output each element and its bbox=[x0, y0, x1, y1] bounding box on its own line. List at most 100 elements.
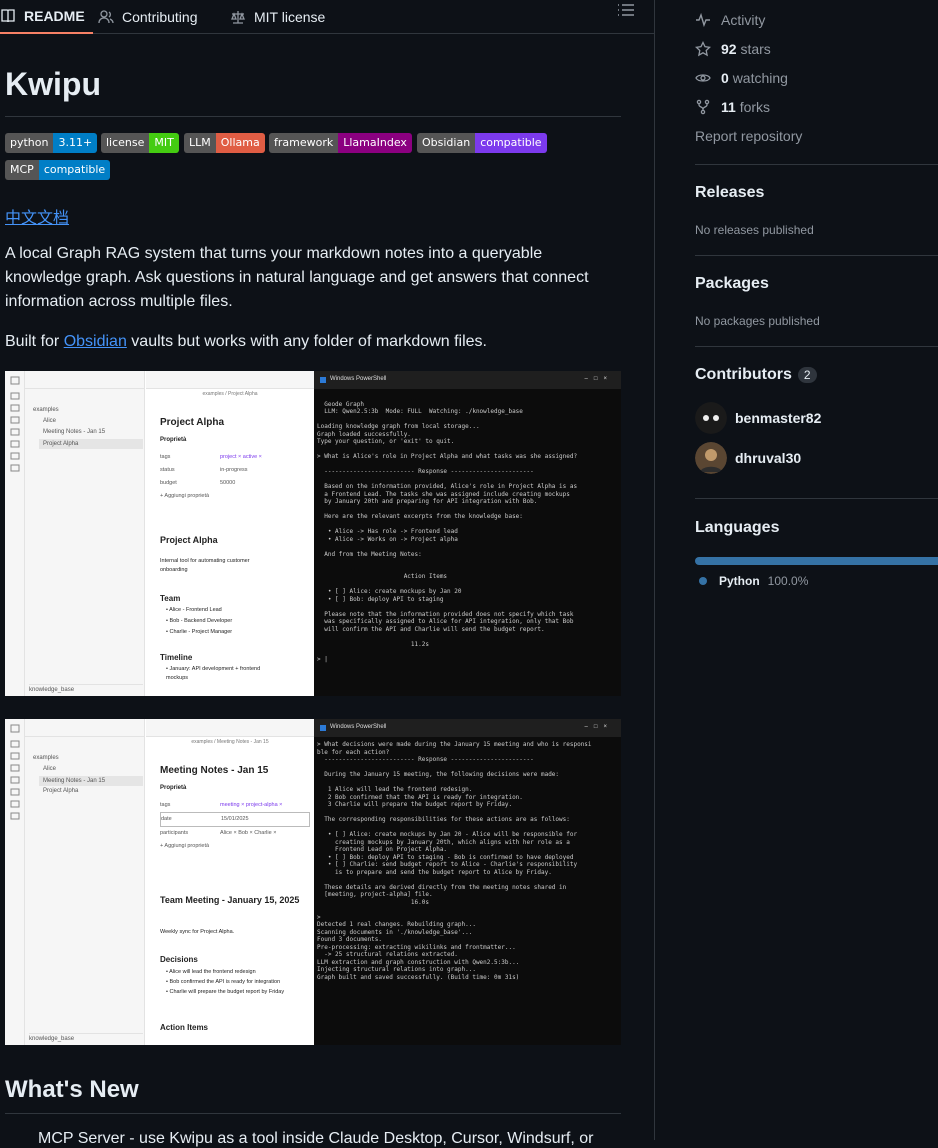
about-sidebar: Activity 92 stars 0 watching 11 forks Re… bbox=[654, 0, 938, 1140]
book-icon bbox=[1, 9, 15, 23]
report-repository-link[interactable]: Report repository bbox=[695, 128, 802, 144]
tree-folder[interactable]: examples bbox=[33, 755, 59, 761]
terminal-line: Found 3 documents. bbox=[317, 936, 383, 943]
contributor[interactable]: benmaster82 bbox=[695, 402, 821, 434]
whats-new-heading: What's New bbox=[5, 1076, 139, 1103]
tree-item[interactable]: Alice bbox=[43, 418, 56, 424]
terminal-line: Here are the relevant excerpts from the … bbox=[317, 513, 523, 520]
tree-folder[interactable]: examples bbox=[33, 407, 59, 413]
badge-license[interactable]: license MIT bbox=[101, 133, 179, 153]
tree-item-active[interactable]: Meeting Notes - Jan 15 bbox=[39, 776, 143, 786]
obsidian-link[interactable]: Obsidian bbox=[64, 333, 127, 350]
note-heading: Team Meeting - January 15, 2025 bbox=[160, 895, 300, 905]
languages-heading: Languages bbox=[695, 519, 780, 536]
note-intro: Weekly sync for Project Alpha. bbox=[160, 929, 235, 935]
packages-heading[interactable]: Packages bbox=[695, 275, 769, 293]
readme-title: Kwipu bbox=[5, 66, 101, 102]
terminal-titlebar: Windows PowerShell –□× bbox=[314, 719, 621, 737]
tree-item[interactable]: Alice bbox=[43, 766, 56, 772]
terminal-line: During the January 15 meeting, the follo… bbox=[317, 771, 560, 778]
tab-license[interactable]: MIT license bbox=[230, 0, 325, 34]
badge-llm[interactable]: LLM Ollama bbox=[184, 133, 265, 153]
terminal-line: Loading knowledge graph from local stora… bbox=[317, 423, 480, 430]
contributors-count: 2 bbox=[797, 367, 817, 383]
watchers-link[interactable]: 0 watching bbox=[695, 70, 788, 86]
built-for-text: Built for Obsidian vaults but works with… bbox=[5, 333, 487, 350]
vault-name[interactable]: knowledge_base bbox=[29, 1033, 143, 1043]
tree-item[interactable]: Project Alpha bbox=[43, 788, 78, 794]
packages-empty: No packages published bbox=[695, 314, 820, 328]
badge-mcp[interactable]: MCP compatible bbox=[5, 160, 111, 180]
terminal-line: by January 20th and preparing for API in… bbox=[317, 498, 538, 505]
terminal-line: Scanning documents in './knowledge_base'… bbox=[317, 928, 473, 936]
language-dot bbox=[699, 577, 707, 585]
timeline-item: • January: API development + frontend mo… bbox=[166, 666, 261, 681]
releases-heading[interactable]: Releases bbox=[695, 184, 764, 202]
terminal-line: Action Items bbox=[317, 573, 448, 580]
badge-framework[interactable]: framework LlamaIndex bbox=[269, 133, 412, 153]
terminal-line: > What decisions were made during the Ja… bbox=[317, 741, 592, 748]
contributors-heading[interactable]: Contributors 2 bbox=[695, 366, 817, 384]
fork-icon bbox=[696, 99, 710, 115]
terminal-line: Injecting structural relations into grap… bbox=[317, 966, 476, 973]
terminal-line: 2 Bob confirmed that the API is ready fo… bbox=[317, 793, 523, 801]
language-item[interactable]: Python 100.0% bbox=[699, 574, 808, 588]
terminal-line: Graph loaded successfully. bbox=[317, 430, 411, 438]
terminal-window: Windows PowerShell –□× Geode Graph LLM: Q… bbox=[314, 371, 621, 696]
obsidian-ribbon bbox=[5, 719, 25, 1045]
list-item: MCP Server - use Kwipu as a tool inside … bbox=[38, 1130, 594, 1147]
terminal-line: > What is Alice's role in Project Alpha … bbox=[317, 453, 578, 460]
terminal-line: 1 Alice will lead the frontend redesign. bbox=[317, 786, 473, 793]
title-divider bbox=[5, 116, 621, 117]
decisions-heading: Decisions bbox=[160, 955, 198, 964]
outline-list-icon[interactable] bbox=[616, 2, 636, 18]
divider bbox=[695, 498, 938, 499]
terminal-line: > bbox=[317, 913, 321, 921]
releases-empty: No releases published bbox=[695, 223, 814, 237]
tab-contributing-label: Contributing bbox=[122, 9, 198, 25]
badge-obsidian[interactable]: Obsidian compatible bbox=[417, 133, 547, 153]
chinese-docs-link[interactable]: 中文文档 bbox=[5, 204, 69, 228]
terminal-line: > | bbox=[317, 655, 328, 663]
vault-name[interactable]: knowledge_base bbox=[29, 684, 143, 694]
terminal-line: These details are derived directly from … bbox=[317, 883, 567, 891]
terminal-line: Graph built and saved successfully. (Bui… bbox=[317, 973, 520, 981]
heading-divider bbox=[5, 1113, 621, 1114]
tree-item-active[interactable]: Project Alpha bbox=[39, 439, 143, 449]
obsidian-window: examples Alice Meeting Notes - Jan 15 Pr… bbox=[5, 719, 314, 1045]
readme-tabs: README Contributing MIT license bbox=[0, 0, 654, 34]
properties-list: tags meeting × project-alpha × date 15/01/… bbox=[160, 799, 310, 853]
terminal-output: Geode Graph LLM: Qwen2.5:3b Mode: FULL W… bbox=[314, 389, 621, 667]
contributor[interactable]: dhruval30 bbox=[695, 442, 801, 474]
stars-link[interactable]: 92 stars bbox=[695, 41, 771, 57]
activity-link[interactable]: Activity bbox=[695, 12, 765, 28]
terminal-line: • Alice -> Has role -> Frontend lead bbox=[317, 528, 458, 535]
properties-list: tags project × active × status in-progress… bbox=[160, 454, 262, 499]
badge-python[interactable]: python 3.11+ bbox=[5, 133, 98, 153]
note-heading: Project Alpha bbox=[160, 535, 218, 545]
tab-readme[interactable]: README bbox=[0, 0, 93, 34]
team-list: • Alice - Frontend Lead • Bob - Backend … bbox=[166, 607, 233, 635]
terminal-line: And from the Meeting Notes: bbox=[317, 550, 422, 558]
tab-readme-label: README bbox=[24, 8, 85, 24]
obsidian-window: examples Alice Meeting Notes - Jan 15 Pr… bbox=[5, 371, 314, 696]
terminal-line: -> 25 structural relations extracted. bbox=[317, 951, 458, 958]
forks-link[interactable]: 11 forks bbox=[695, 99, 770, 115]
file-tree: examples Alice Meeting Notes - Jan 15 Pr… bbox=[25, 371, 145, 696]
terminal-line: The corresponding responsibilities for t… bbox=[317, 816, 570, 823]
terminal-line: • [ ] Alice: create mockups by Jan 20 - … bbox=[317, 831, 578, 838]
tab-contributing[interactable]: Contributing bbox=[98, 0, 198, 34]
tree-item[interactable]: Meeting Notes - Jan 15 bbox=[43, 429, 105, 435]
terminal-line: creating mockups by January 20th, which … bbox=[317, 838, 570, 846]
timeline-heading: Timeline bbox=[160, 653, 193, 662]
terminal-line: Pre-processing: extracting wikilinks and… bbox=[317, 943, 516, 951]
